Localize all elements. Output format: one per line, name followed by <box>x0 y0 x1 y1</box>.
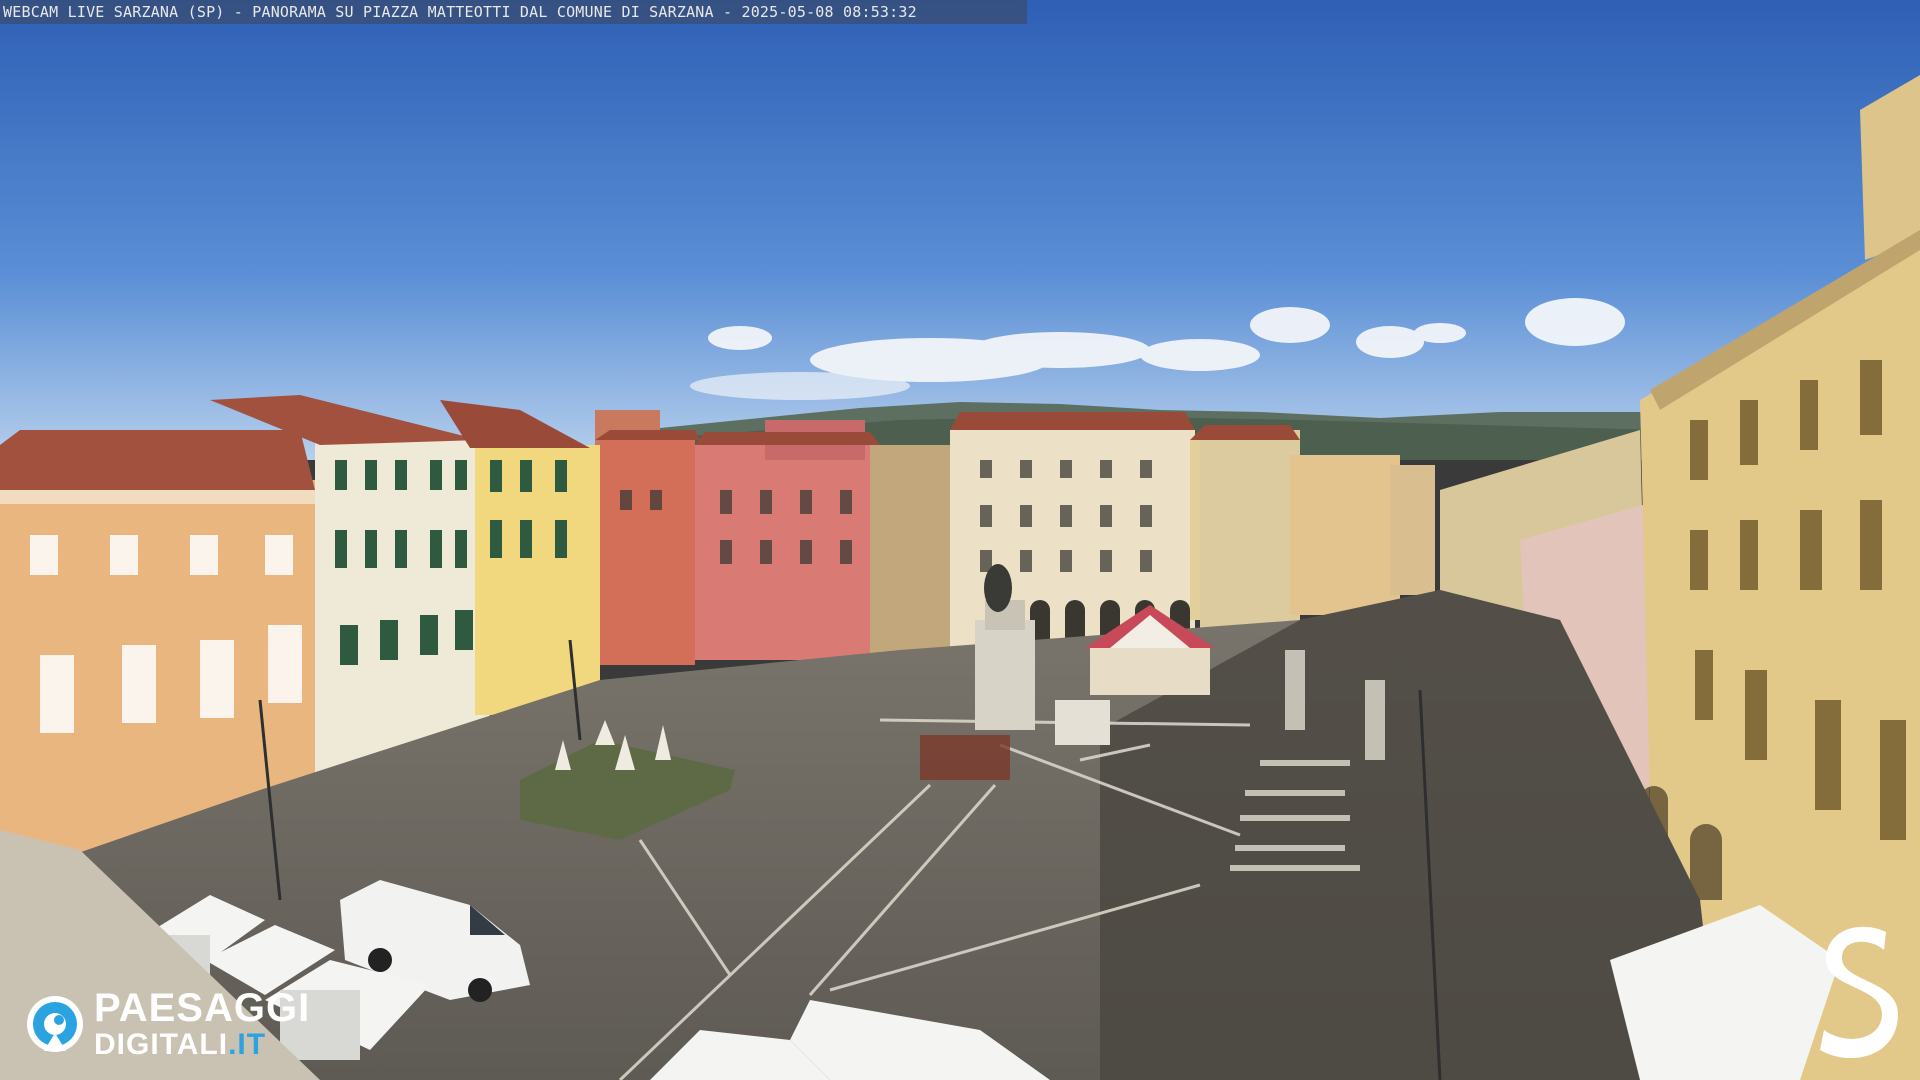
eye-icon <box>27 996 83 1052</box>
sky <box>0 0 1920 460</box>
piazza-scene <box>0 0 1920 1080</box>
webcam-view <box>0 0 1920 1080</box>
brand-line1: PAESAGGI <box>94 986 311 1030</box>
brand-line2: DIGITALI.IT <box>94 1030 310 1060</box>
brand-tld: .IT <box>228 1028 267 1061</box>
brand-wordmark: PAESAGGI DIGITALI.IT <box>94 988 310 1060</box>
brand-line2-main: DIGITALI <box>94 1028 229 1061</box>
webcam-caption: WEBCAM LIVE SARZANA (SP) - PANORAMA SU P… <box>0 0 1027 24</box>
s-logo-icon <box>1820 926 1898 1058</box>
paesaggi-digitali-logo: PAESAGGI DIGITALI.IT <box>24 988 310 1060</box>
